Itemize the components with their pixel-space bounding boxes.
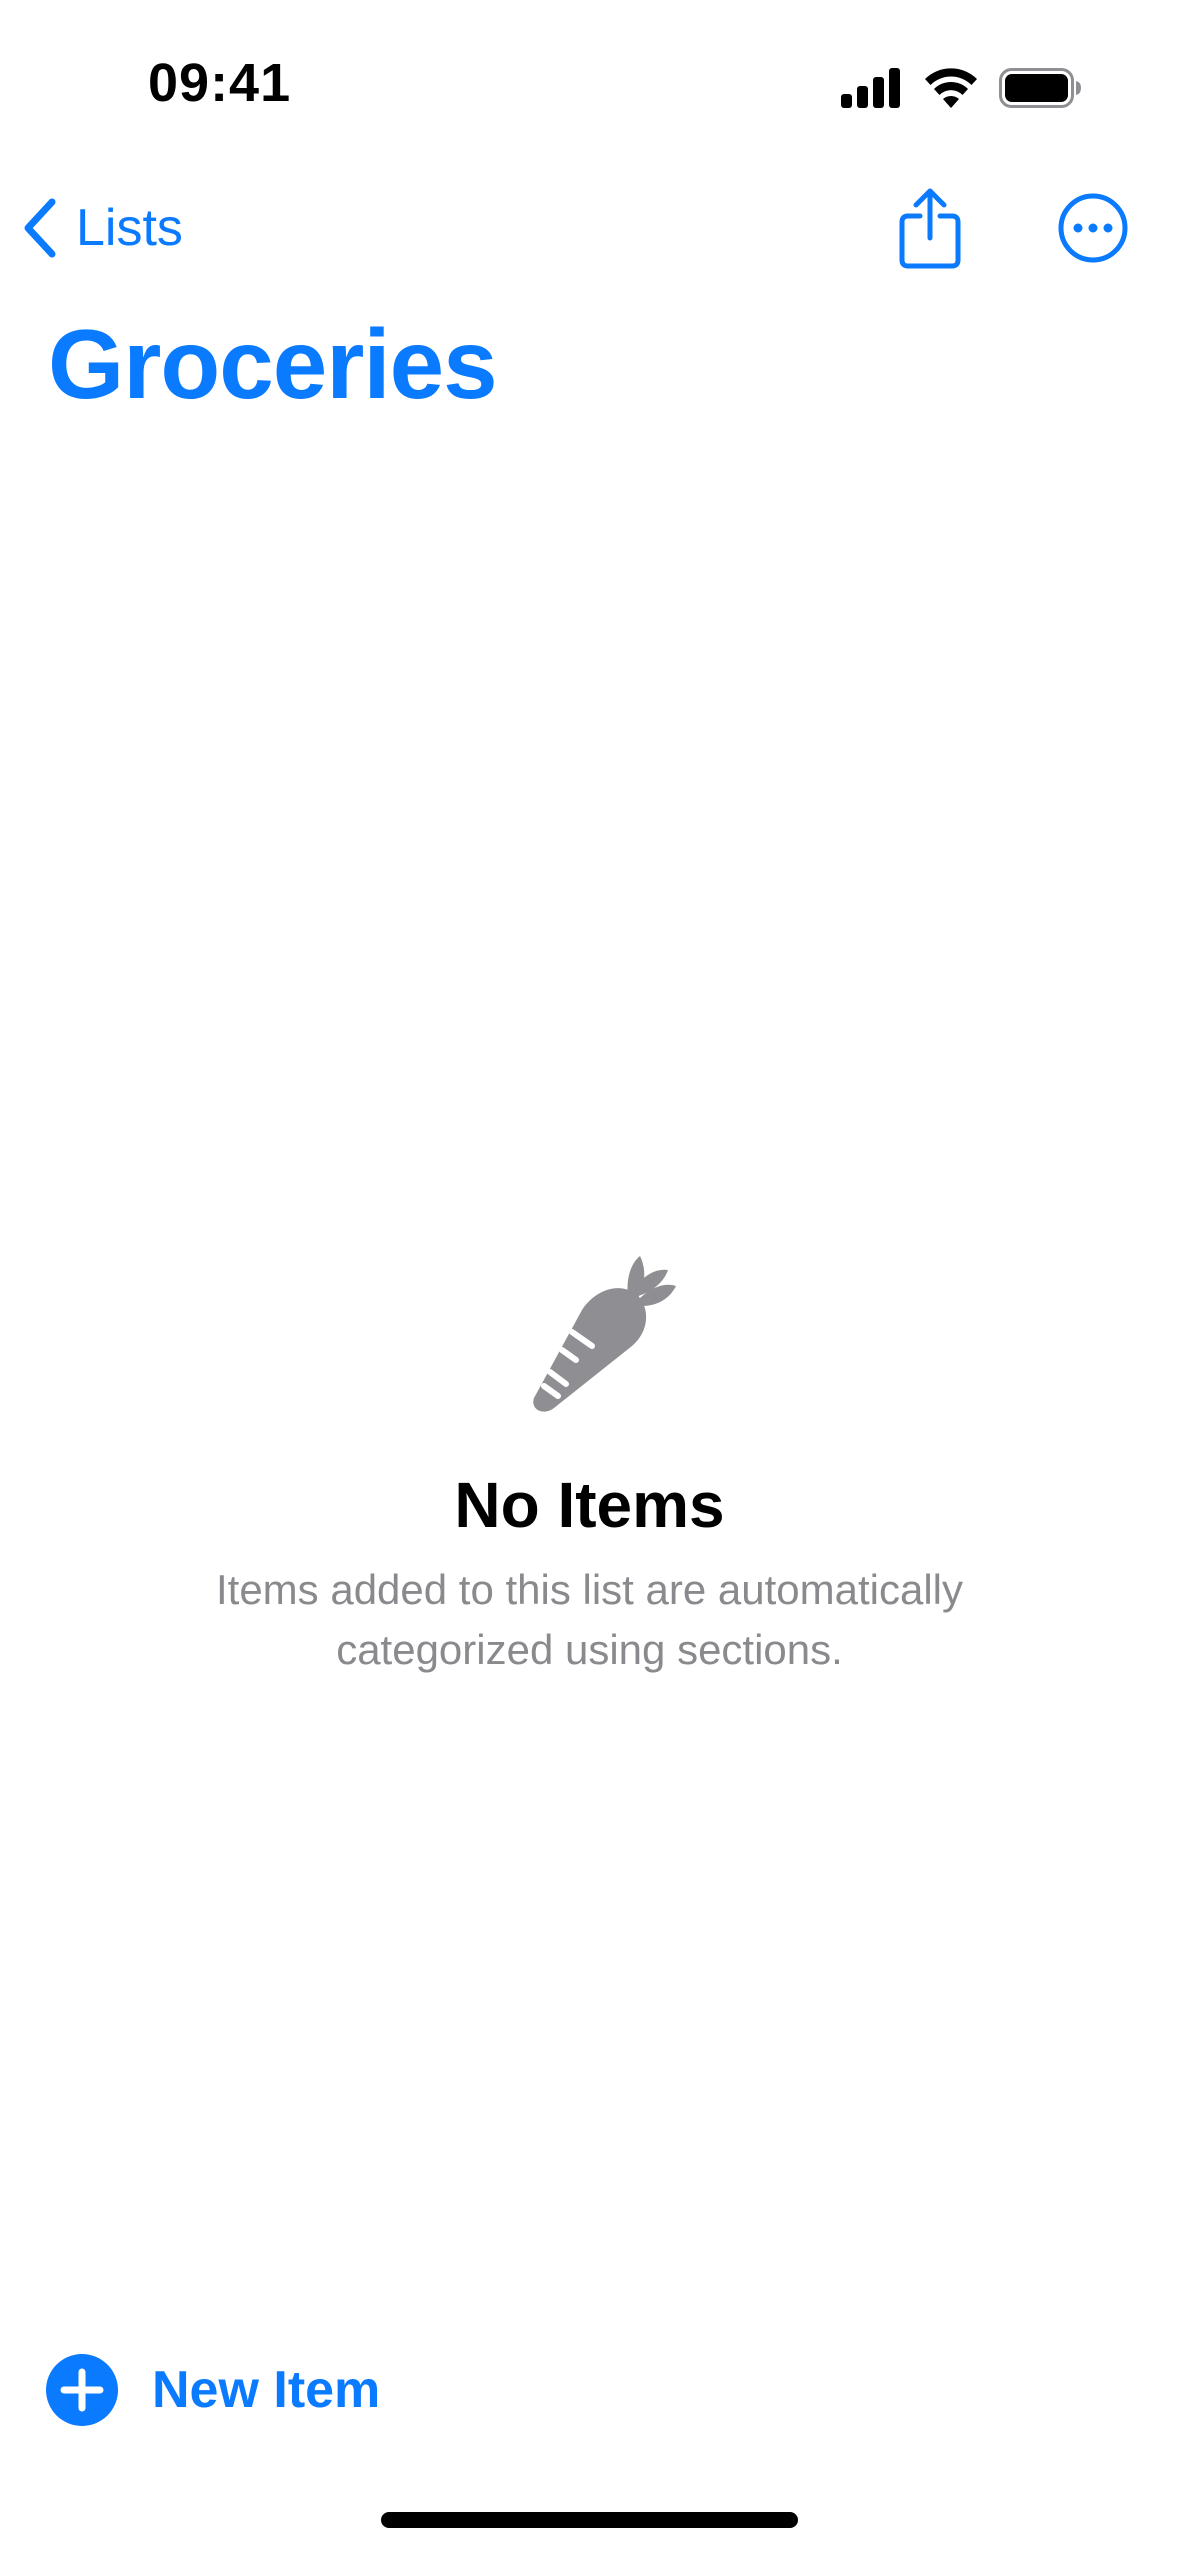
- battery-icon: [999, 68, 1081, 108]
- cellular-signal-icon: [841, 68, 900, 108]
- carrot-icon: [532, 1256, 676, 1412]
- status-bar: 09:41: [0, 0, 1179, 170]
- share-icon: [899, 188, 961, 269]
- new-item-button[interactable]: New Item: [46, 2350, 380, 2430]
- share-button[interactable]: [890, 182, 970, 274]
- status-icons: [841, 62, 1083, 114]
- empty-state-title: No Items: [454, 1469, 725, 1541]
- empty-state-subtitle: Items added to this list are automatical…: [140, 1560, 1040, 1680]
- empty-state: No Items Items added to this list are au…: [0, 1240, 1179, 1680]
- wifi-icon: [925, 68, 977, 108]
- new-item-label: New Item: [152, 2361, 381, 2419]
- page-title: Groceries: [48, 309, 498, 419]
- home-indicator[interactable]: [381, 2512, 798, 2528]
- navigation-bar: Lists: [0, 170, 1179, 290]
- more-button[interactable]: [1055, 190, 1131, 266]
- ellipsis-circle-icon: [1058, 193, 1128, 263]
- back-button[interactable]: Lists: [22, 192, 183, 264]
- chevron-left-icon: [24, 198, 56, 258]
- plus-circle-icon: [46, 2354, 118, 2426]
- back-label: Lists: [76, 199, 183, 257]
- status-time: 09:41: [148, 53, 292, 113]
- empty-state-subtitle-line-2: categorized using sections.: [336, 1626, 843, 1673]
- empty-state-subtitle-line-1: Items added to this list are automatical…: [215, 1566, 964, 1613]
